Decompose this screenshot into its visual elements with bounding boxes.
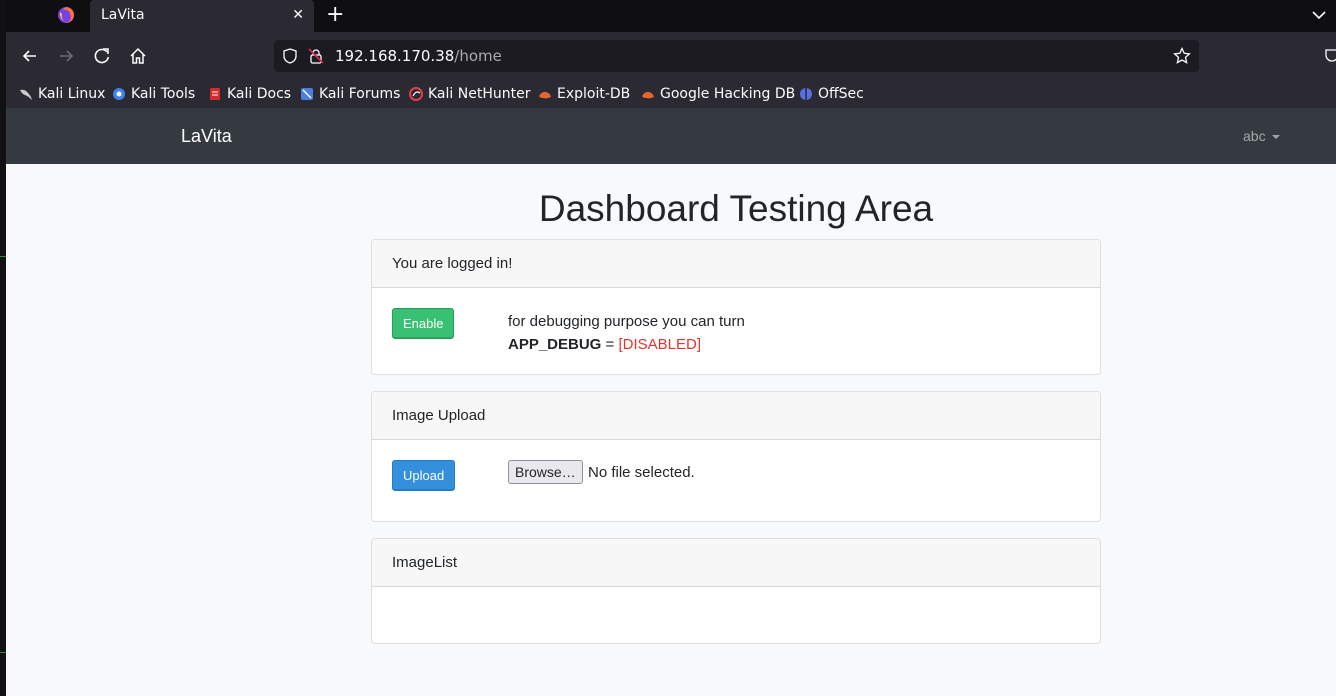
bookmark-label: Kali NetHunter xyxy=(428,86,531,102)
bookmark-exploit-db[interactable]: Exploit-DB xyxy=(538,84,630,104)
user-name: abc xyxy=(1243,128,1266,144)
chevron-down-icon[interactable] xyxy=(1310,6,1328,24)
card-header: Image Upload xyxy=(372,392,1100,440)
navbar-brand[interactable]: LaVita xyxy=(181,126,232,147)
bookmark-google-hacking-db[interactable]: Google Hacking DB xyxy=(641,84,795,104)
home-icon[interactable] xyxy=(127,45,149,67)
debug-text: for debugging purpose you can turn APP_D… xyxy=(508,310,745,356)
debug-equals: = xyxy=(601,336,619,353)
card-header: ImageList xyxy=(372,539,1100,587)
insecure-lock-icon[interactable] xyxy=(308,48,324,64)
kali-docs-icon xyxy=(210,88,220,100)
debug-status: APP_DEBUG = [DISABLED] xyxy=(508,333,745,356)
bookmark-kali-docs[interactable]: Kali Docs xyxy=(208,84,291,104)
pocket-icon[interactable] xyxy=(1324,47,1336,63)
left-panel-edge xyxy=(0,0,6,696)
bookmark-star-icon[interactable] xyxy=(1173,47,1191,65)
close-tab-icon[interactable]: ✕ xyxy=(292,6,304,24)
bookmark-label: Kali Docs xyxy=(227,86,292,102)
card-header-text: Image Upload xyxy=(392,407,486,424)
tab-strip: LaVita ✕ + xyxy=(0,0,1336,32)
bookmark-kali-nethunter[interactable]: Kali NetHunter xyxy=(409,84,530,104)
bookmark-kali-tools[interactable]: Kali Tools xyxy=(112,84,195,104)
file-status-text: No file selected. xyxy=(588,464,695,481)
status-card: You are logged in! Enable for debugging … xyxy=(371,239,1101,375)
navigation-toolbar: 192.168.170.38/home xyxy=(6,32,1336,80)
nethunter-icon xyxy=(409,87,423,101)
kali-forums-icon xyxy=(301,88,313,100)
bookmark-label: Kali Forums xyxy=(319,86,401,102)
url-text: 192.168.170.38/home xyxy=(335,47,502,65)
back-arrow-icon[interactable] xyxy=(19,45,41,67)
file-browse-button[interactable]: Browse… xyxy=(508,460,583,484)
forward-arrow-icon[interactable] xyxy=(55,45,77,67)
exploit-db-icon xyxy=(539,91,551,99)
offsec-icon xyxy=(800,88,812,100)
card-header-text: You are logged in! xyxy=(392,255,513,272)
bookmarks-toolbar: Kali Linux Kali Tools Kali Docs Kali For… xyxy=(6,80,1336,108)
image-upload-card: Image Upload Upload Browse… No file sele… xyxy=(371,391,1101,522)
card-header: You are logged in! xyxy=(372,240,1100,288)
debug-line: for debugging purpose you can turn xyxy=(508,313,745,330)
bookmark-label: Kali Linux xyxy=(38,86,106,102)
bookmark-kali-linux[interactable]: Kali Linux xyxy=(19,84,105,104)
firefox-icon[interactable] xyxy=(57,6,75,24)
ghdb-icon xyxy=(642,91,654,99)
debug-value: [DISABLED] xyxy=(618,336,701,353)
bookmark-label: Kali Tools xyxy=(131,86,196,102)
new-tab-icon[interactable]: + xyxy=(326,3,344,27)
screen: LaVita ✕ + 192.168.170.38/home Kali Linu… xyxy=(0,0,1336,696)
kali-dragon-icon xyxy=(20,89,32,100)
bookmark-label: Exploit-DB xyxy=(557,86,631,102)
enable-button[interactable]: Enable xyxy=(392,308,455,339)
card-header-text: ImageList xyxy=(392,554,458,571)
url-path: /home xyxy=(454,47,502,65)
url-bar[interactable]: 192.168.170.38/home xyxy=(274,40,1199,72)
kali-tools-icon xyxy=(113,88,125,100)
page-title: Dashboard Testing Area xyxy=(538,188,934,229)
bookmark-label: Google Hacking DB xyxy=(660,86,796,102)
tab-title: LaVita xyxy=(101,7,145,23)
bookmark-offsec[interactable]: OffSec xyxy=(799,84,864,104)
bookmark-label: OffSec xyxy=(818,86,864,102)
debug-key: APP_DEBUG xyxy=(508,336,602,353)
url-host: 192.168.170.38 xyxy=(335,47,455,65)
upload-button[interactable]: Upload xyxy=(392,460,456,491)
tab-lavita[interactable]: LaVita ✕ xyxy=(90,0,314,32)
user-dropdown[interactable]: abc xyxy=(1243,128,1280,144)
web-page: LaVita abc Dashboard Testing Area You ar… xyxy=(6,108,1336,696)
app-navbar: LaVita abc xyxy=(6,108,1336,164)
bookmark-kali-forums[interactable]: Kali Forums xyxy=(300,84,400,104)
shield-icon[interactable] xyxy=(282,48,298,64)
caret-down-icon xyxy=(1271,135,1280,140)
image-list-card: ImageList xyxy=(371,538,1101,644)
reload-icon[interactable] xyxy=(91,45,113,67)
